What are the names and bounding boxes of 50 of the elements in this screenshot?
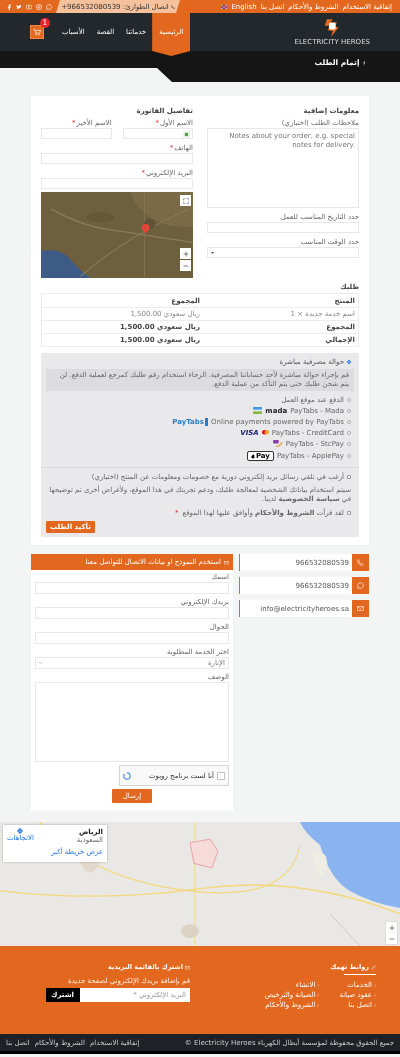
cart-icon xyxy=(33,28,41,36)
mada-bars-icon xyxy=(253,407,263,414)
phone-icon xyxy=(357,559,364,566)
caret-icon xyxy=(211,251,214,254)
minus-icon xyxy=(388,935,395,942)
envelope-icon xyxy=(185,964,190,970)
apple-icon xyxy=(250,453,255,459)
time-select[interactable] xyxy=(207,247,359,258)
whatsapp-icon[interactable] xyxy=(46,3,52,10)
envelope-icon xyxy=(224,559,229,565)
radio-button[interactable] xyxy=(347,430,351,435)
radio-button[interactable] xyxy=(347,397,351,402)
radio-button[interactable] xyxy=(347,441,351,446)
radio-button[interactable] xyxy=(347,359,351,364)
radio-button[interactable] xyxy=(347,408,351,413)
radio-button[interactable] xyxy=(347,419,351,424)
facebook-icon[interactable] xyxy=(6,3,12,10)
directions-icon xyxy=(17,828,24,834)
zoom-out-button[interactable] xyxy=(180,260,191,271)
checkbox[interactable] xyxy=(347,511,351,515)
twitter-icon[interactable] xyxy=(16,3,22,10)
chevron-icon xyxy=(317,983,320,987)
phone-icon xyxy=(170,4,175,9)
mastercard-icon xyxy=(261,430,269,435)
link-icon xyxy=(371,964,376,970)
youtube-icon[interactable] xyxy=(26,3,32,10)
minus-icon xyxy=(182,262,189,269)
fullscreen-icon xyxy=(182,197,189,204)
plus-icon xyxy=(182,250,189,257)
whatsapp-icon xyxy=(357,582,364,589)
recaptcha-checkbox[interactable] xyxy=(217,771,225,780)
checkbox[interactable] xyxy=(347,475,351,479)
caret-icon xyxy=(39,662,42,664)
instagram-icon[interactable] xyxy=(36,3,42,10)
name-field[interactable] xyxy=(122,128,193,139)
fullscreen-button[interactable] xyxy=(180,195,191,206)
bolt-icon xyxy=(362,59,365,66)
zoom-in-button[interactable] xyxy=(180,248,191,259)
zoom-in-button[interactable] xyxy=(386,922,397,933)
flag-icon xyxy=(221,4,228,9)
chevron-icon xyxy=(317,1003,320,1007)
radio-button[interactable] xyxy=(347,454,351,458)
recaptcha-icon xyxy=(123,771,131,780)
envelope-icon xyxy=(357,605,364,612)
plus-icon xyxy=(388,924,395,931)
autofill-icon[interactable] xyxy=(183,130,190,138)
cart-button[interactable] xyxy=(30,25,44,39)
stcpay-logo xyxy=(272,440,283,447)
chevron-icon xyxy=(317,993,320,997)
zoom-out-button[interactable] xyxy=(386,933,397,944)
